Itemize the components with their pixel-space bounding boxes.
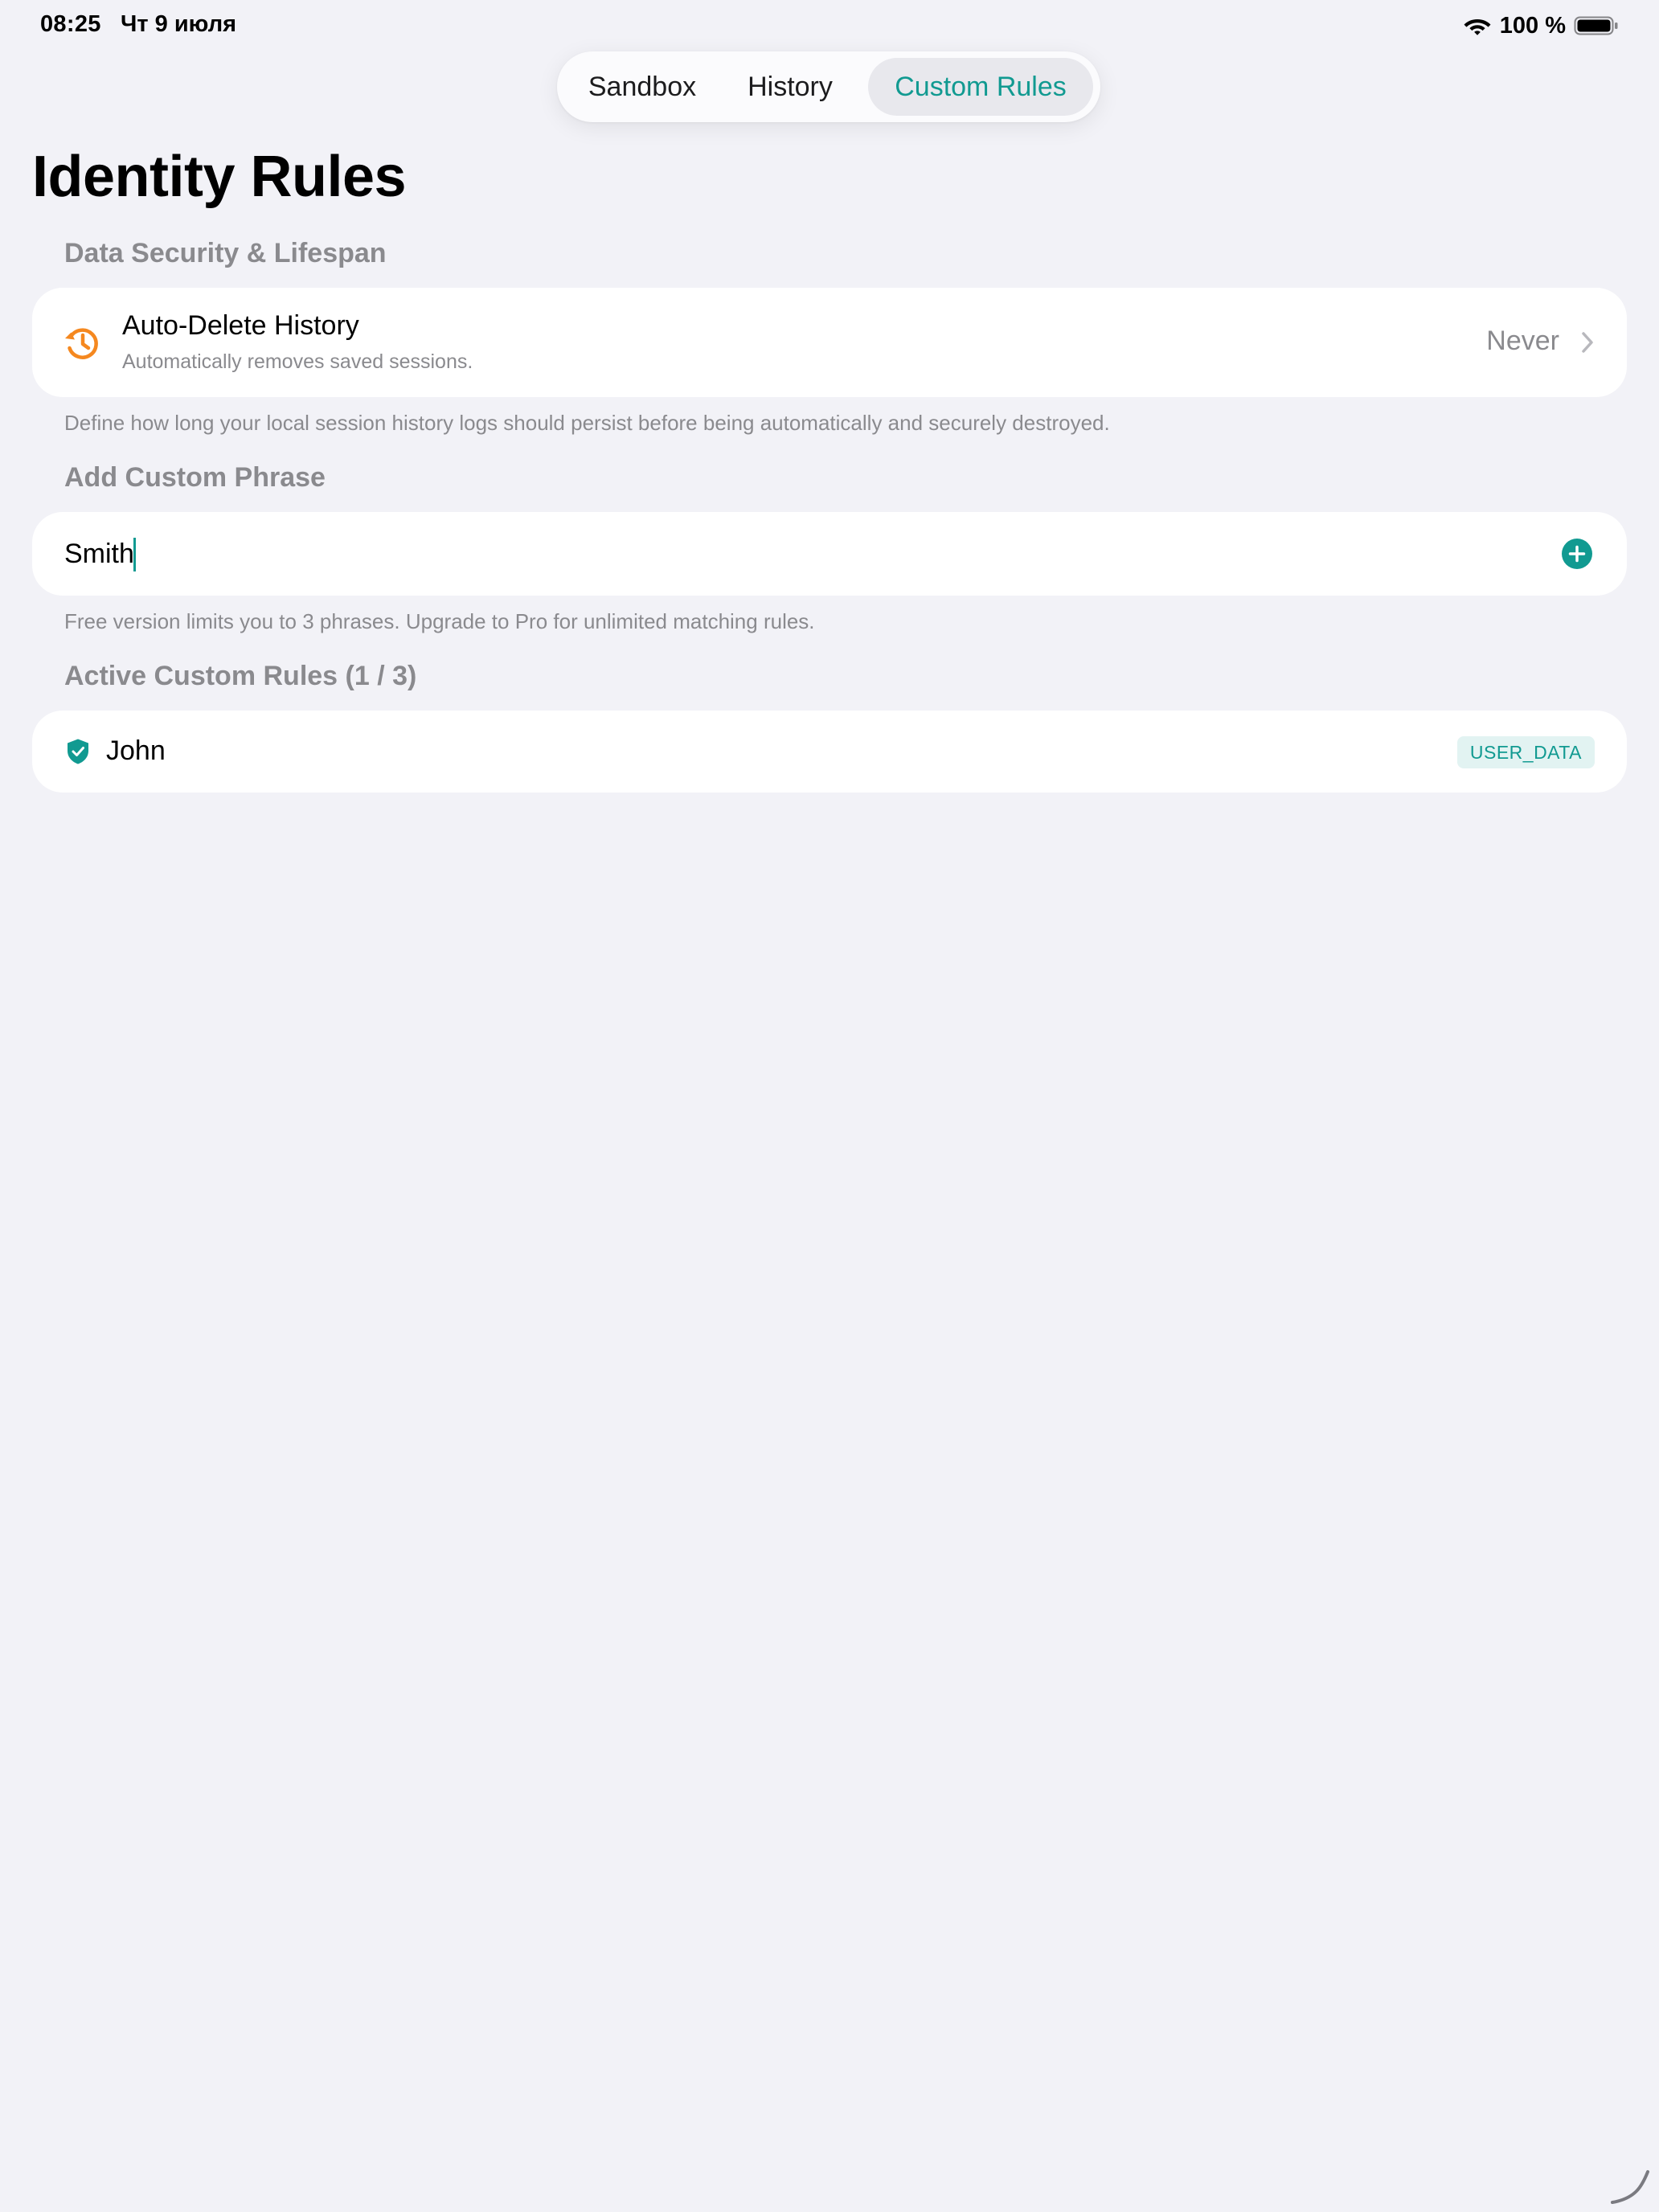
clock-history-icon — [65, 328, 98, 359]
section-header-custom-phrase: Add Custom Phrase — [64, 462, 326, 493]
status-time: 08:25 — [40, 11, 101, 37]
shield-check-icon — [68, 739, 88, 764]
data-security-footnote: Define how long your local session histo… — [64, 411, 1110, 435]
auto-delete-subtitle: Automatically removes saved sessions. — [122, 350, 473, 373]
auto-delete-title: Auto-Delete History — [122, 310, 359, 341]
auto-delete-history-row[interactable]: Auto-Delete History Automatically remove… — [32, 288, 1627, 397]
plus-circle-icon[interactable] — [1561, 538, 1593, 570]
rule-type-badge: USER_DATA — [1456, 736, 1595, 768]
tab-sandbox[interactable]: Sandbox — [565, 58, 719, 116]
status-indicators: 100 % — [1463, 10, 1619, 42]
custom-phrase-input[interactable] — [64, 530, 1543, 578]
section-header-data-security: Data Security & Lifespan — [64, 238, 387, 268]
status-date: Чт 9 июля — [121, 11, 237, 37]
custom-phrase-field — [32, 512, 1627, 596]
wifi-icon — [1464, 19, 1491, 35]
section-header-active-rules: Active Custom Rules (1 / 3) — [64, 661, 417, 691]
text-caret — [133, 538, 136, 571]
battery-percentage: 100 % — [1499, 12, 1566, 39]
active-rules-list: John USER_DATA — [32, 711, 1627, 793]
app-screen: 08:25 Чт 9 июля 100 % Sandbox History Cu… — [0, 0, 1659, 2212]
scribble-corner-icon — [1611, 2170, 1649, 2204]
page-title: Identity Rules — [32, 145, 407, 209]
auto-delete-value: Never — [1486, 326, 1559, 356]
tab-history[interactable]: History — [726, 58, 854, 116]
battery-icon — [1574, 16, 1618, 35]
status-bar: 08:25 Чт 9 июля 100 % — [0, 0, 1659, 51]
tab-custom-rules[interactable]: Custom Rules — [868, 58, 1093, 116]
chevron-right-icon — [1582, 332, 1593, 353]
rule-text: John — [106, 735, 166, 766]
tab-bar: Sandbox History Custom Rules — [557, 51, 1100, 122]
custom-phrase-footnote: Free version limits you to 3 phrases. Up… — [64, 609, 815, 633]
